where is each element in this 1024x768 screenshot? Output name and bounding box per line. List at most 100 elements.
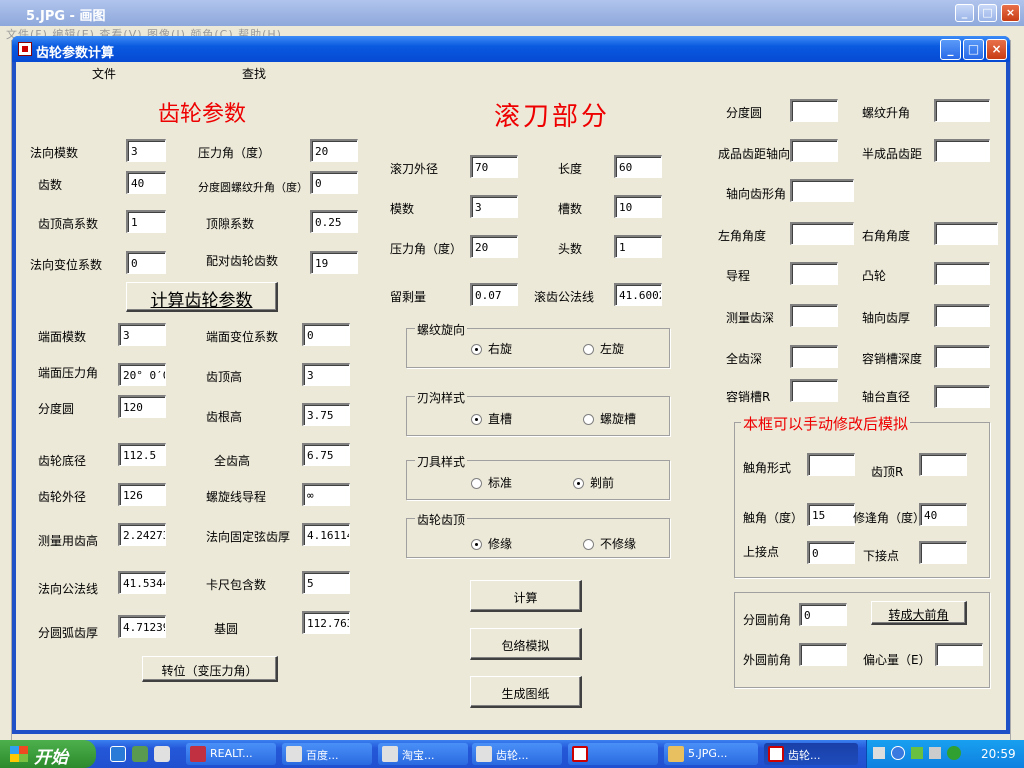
straight-flute-radio-dot[interactable]: [471, 414, 482, 425]
gear-calc-window: 齿轮参数计算 _ □ × 文件 查找 齿轮参数 法向模数 3 压力角（度） 20…: [12, 36, 1010, 734]
eccentric-input[interactable]: [935, 643, 983, 666]
hob-starts-input[interactable]: 1: [614, 235, 662, 258]
allowance-input[interactable]: 0.07: [470, 283, 518, 306]
clock[interactable]: 20:59: [981, 747, 1016, 761]
axial-profile-input[interactable]: [790, 179, 854, 202]
teeth-input[interactable]: 40: [126, 171, 166, 194]
convert-rake-button[interactable]: 转成大前角: [871, 601, 967, 625]
lead-r-input[interactable]: [790, 262, 838, 285]
start-button[interactable]: 开始: [0, 740, 96, 768]
helical-flute-radio-dot[interactable]: [583, 414, 594, 425]
maximize-button[interactable]: □: [963, 39, 984, 60]
measure-depth-input[interactable]: [790, 304, 838, 327]
upper-point-input[interactable]: 0: [807, 541, 855, 564]
taskbar-item-baidu[interactable]: 百度...: [282, 743, 372, 765]
pitch-rake-input[interactable]: 0: [799, 603, 847, 626]
minimize-button[interactable]: _: [940, 39, 961, 60]
paint-icon: [668, 746, 684, 762]
axial-thickness-input[interactable]: [934, 304, 990, 327]
standard-tool-radio-dot[interactable]: [471, 478, 482, 489]
helical-flute-radio[interactable]: 螺旋槽: [583, 410, 636, 427]
touch-shape-input[interactable]: [807, 453, 855, 476]
hob-length-input[interactable]: 60: [614, 155, 662, 178]
flute-style-title: 刃沟样式: [415, 389, 468, 406]
pitch-rake-label: 分圆前角: [743, 613, 792, 627]
calc-gear-button[interactable]: 计算齿轮参数: [126, 282, 278, 312]
chip-depth-input[interactable]: [934, 345, 990, 368]
touch-angle-input[interactable]: 15: [807, 503, 855, 526]
system-tray: 20:59: [866, 740, 1024, 768]
cam-input[interactable]: [934, 262, 990, 285]
clearance-coef-input[interactable]: 0.25: [310, 210, 358, 233]
bg-maximize-button[interactable]: □: [978, 4, 997, 22]
normal-module-input[interactable]: 3: [126, 139, 166, 162]
left-angle-input[interactable]: [790, 222, 854, 245]
standard-tool-radio[interactable]: 标准: [471, 474, 512, 491]
network-icon[interactable]: [911, 747, 923, 759]
lower-point-input[interactable]: [919, 541, 967, 564]
desktop-icon[interactable]: [154, 746, 170, 762]
left-hand-radio[interactable]: 左旋: [583, 340, 624, 357]
generate-drawing-button[interactable]: 生成图纸: [470, 676, 582, 708]
lead-angle-input[interactable]: [934, 99, 990, 122]
shift-coef-input[interactable]: 0: [126, 251, 166, 274]
pressure-angle-input[interactable]: 20: [310, 139, 358, 162]
security-icon[interactable]: [947, 746, 961, 760]
shift-pressure-button[interactable]: 转位（变压力角）: [142, 656, 278, 682]
tip-relief-radio-dot[interactable]: [471, 539, 482, 550]
hob-flutes-input[interactable]: 10: [614, 195, 662, 218]
left-hand-radio-dot[interactable]: [583, 344, 594, 355]
bg-minimize-button[interactable]: _: [955, 4, 974, 22]
no-tip-relief-radio[interactable]: 不修缘: [583, 535, 636, 552]
menu-file[interactable]: 文件: [92, 65, 116, 82]
taskbar-item-realt[interactable]: REALT...: [186, 743, 276, 765]
semi-pitch-input[interactable]: [934, 139, 990, 162]
outer-rake-input[interactable]: [799, 643, 847, 666]
pre-shave-radio-dot[interactable]: [573, 478, 584, 489]
chip-r-input[interactable]: [790, 379, 838, 402]
addendum-coef-input[interactable]: 1: [126, 210, 166, 233]
right-hand-radio[interactable]: 右旋: [471, 340, 512, 357]
pitch-circle-r-input[interactable]: [790, 99, 838, 122]
quicklaunch-icon[interactable]: [132, 746, 148, 762]
right-hand-radio-dot[interactable]: [471, 344, 482, 355]
hob-pressure-label: 压力角（度）: [390, 242, 463, 256]
taskbar-item-gear1[interactable]: 齿轮...: [472, 743, 562, 765]
taskbar-item-app[interactable]: [568, 743, 658, 765]
envelope-sim-button[interactable]: 包络模拟: [470, 628, 582, 660]
right-angle-input[interactable]: [934, 222, 998, 245]
tooth-r-input[interactable]: [919, 453, 967, 476]
hob-module-input[interactable]: 3: [470, 195, 518, 218]
touch-shape-label: 触角形式: [743, 461, 792, 475]
start-label: 开始: [34, 748, 68, 768]
cam-label: 凸轮: [862, 269, 887, 283]
straight-flute-radio[interactable]: 直槽: [471, 410, 512, 427]
addendum-label: 齿顶高: [206, 370, 243, 384]
trim-angle-input[interactable]: 40: [919, 503, 967, 526]
taskbar-item-taobao[interactable]: 淘宝...: [378, 743, 468, 765]
hob-outer-dia-input[interactable]: 70: [470, 155, 518, 178]
volume-icon[interactable]: [929, 747, 941, 759]
tip-relief-radio[interactable]: 修缘: [471, 535, 512, 552]
full-depth-input[interactable]: [790, 345, 838, 368]
menu-find[interactable]: 查找: [242, 65, 266, 82]
pre-shave-radio[interactable]: 剃前: [573, 474, 614, 491]
trim-angle-label: 修逢角（度）: [853, 511, 926, 525]
taskbar-item-gear2[interactable]: 齿轮...: [764, 743, 858, 765]
bg-close-button[interactable]: ×: [1001, 4, 1020, 22]
helix-angle-input[interactable]: 0: [310, 171, 358, 194]
close-button[interactable]: ×: [986, 39, 1007, 60]
ie-icon[interactable]: [110, 746, 126, 762]
shoulder-dia-input[interactable]: [934, 385, 990, 408]
arrow-icon[interactable]: [891, 746, 905, 760]
bg-scrollbar[interactable]: [1010, 40, 1024, 740]
mating-teeth-input[interactable]: 19: [310, 251, 358, 274]
no-tip-relief-radio-dot[interactable]: [583, 539, 594, 550]
transverse-module-value: 3: [118, 323, 166, 346]
shoulder-dia-label: 轴台直径: [862, 390, 911, 404]
hob-calc-button[interactable]: 计算: [470, 580, 582, 612]
keyboard-icon[interactable]: [873, 747, 885, 759]
taskbar-item-paint[interactable]: 5.JPG...: [664, 743, 758, 765]
axial-pitch-input[interactable]: [790, 139, 838, 162]
hob-pressure-input[interactable]: 20: [470, 235, 518, 258]
